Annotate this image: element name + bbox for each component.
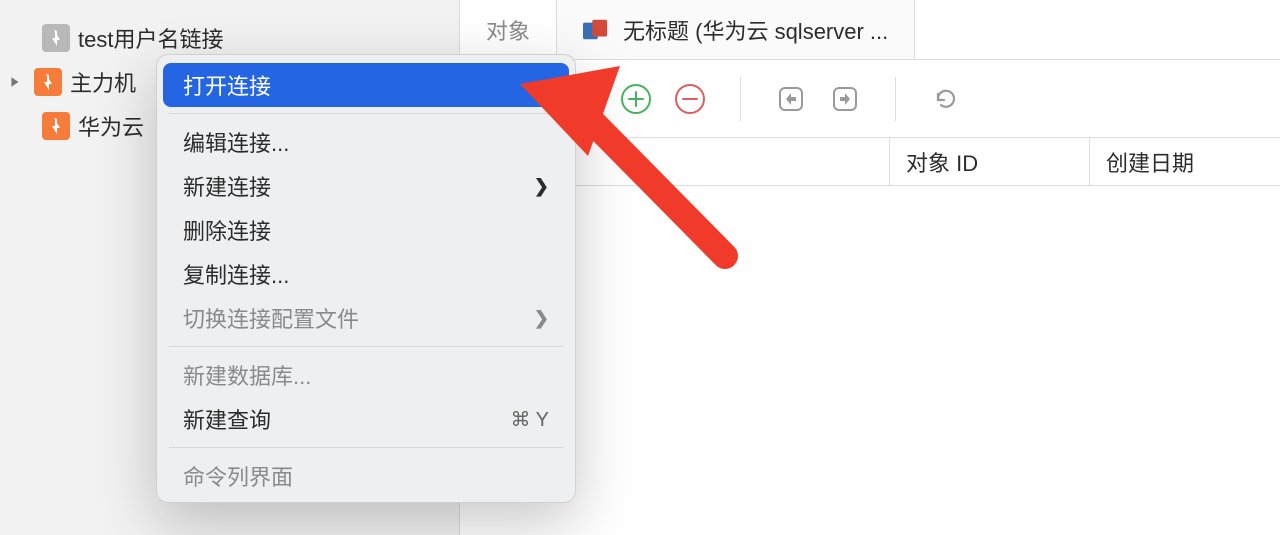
refresh-button[interactable] xyxy=(928,81,964,117)
menu-separator xyxy=(169,113,563,114)
connection-icon xyxy=(34,68,62,96)
connection-icon xyxy=(42,24,70,52)
add-button[interactable] xyxy=(618,81,654,117)
menu-cli: 命令列界面 xyxy=(163,454,569,498)
disclosure-icon[interactable] xyxy=(4,76,26,88)
delete-button[interactable] xyxy=(672,81,708,117)
import-button[interactable] xyxy=(773,81,809,117)
tree-label: test用户名链接 xyxy=(78,22,223,54)
sql-file-icon xyxy=(583,19,609,41)
tree-label: 主力机 xyxy=(70,66,136,98)
menu-new-database: 新建数据库... xyxy=(163,353,569,397)
menu-new-query[interactable]: 新建查询 ⌘ Y xyxy=(163,397,569,441)
menu-edit-connection[interactable]: 编辑连接... xyxy=(163,120,569,164)
tab-query[interactable]: 无标题 (华为云 sqlserver ... xyxy=(557,0,915,59)
toolbar-divider xyxy=(895,77,896,121)
chevron-right-icon: ❯ xyxy=(534,308,549,329)
tab-label: 无标题 (华为云 sqlserver ... xyxy=(623,14,888,46)
menu-open-connection[interactable]: 打开连接 xyxy=(163,63,569,107)
menu-duplicate-connection[interactable]: 复制连接... xyxy=(163,252,569,296)
export-button[interactable] xyxy=(827,81,863,117)
menu-switch-profile: 切换连接配置文件 ❯ xyxy=(163,296,569,340)
toolbar xyxy=(460,60,1280,138)
toolbar-divider xyxy=(740,77,741,121)
table-header: 对象 ID 创建日期 xyxy=(460,138,1280,186)
main-pane: 对象 无标题 (华为云 sqlserver ... xyxy=(460,0,1280,535)
context-menu: 打开连接 编辑连接... 新建连接 ❯ 删除连接 复制连接... 切换连接配置文… xyxy=(156,54,576,503)
menu-separator xyxy=(169,346,563,347)
chevron-right-icon: ❯ xyxy=(534,176,549,197)
tab-bar: 对象 无标题 (华为云 sqlserver ... xyxy=(460,0,1280,60)
menu-delete-connection[interactable]: 删除连接 xyxy=(163,208,569,252)
connection-icon xyxy=(42,112,70,140)
tree-label: 华为云 xyxy=(78,110,144,142)
tab-label: 对象 xyxy=(486,14,530,46)
keyboard-shortcut: ⌘ Y xyxy=(510,407,549,432)
column-header-created[interactable]: 创建日期 xyxy=(1090,138,1280,185)
tab-objects[interactable]: 对象 xyxy=(460,0,557,59)
column-header-id[interactable]: 对象 ID xyxy=(890,138,1090,185)
menu-separator xyxy=(169,447,563,448)
menu-new-connection[interactable]: 新建连接 ❯ xyxy=(163,164,569,208)
